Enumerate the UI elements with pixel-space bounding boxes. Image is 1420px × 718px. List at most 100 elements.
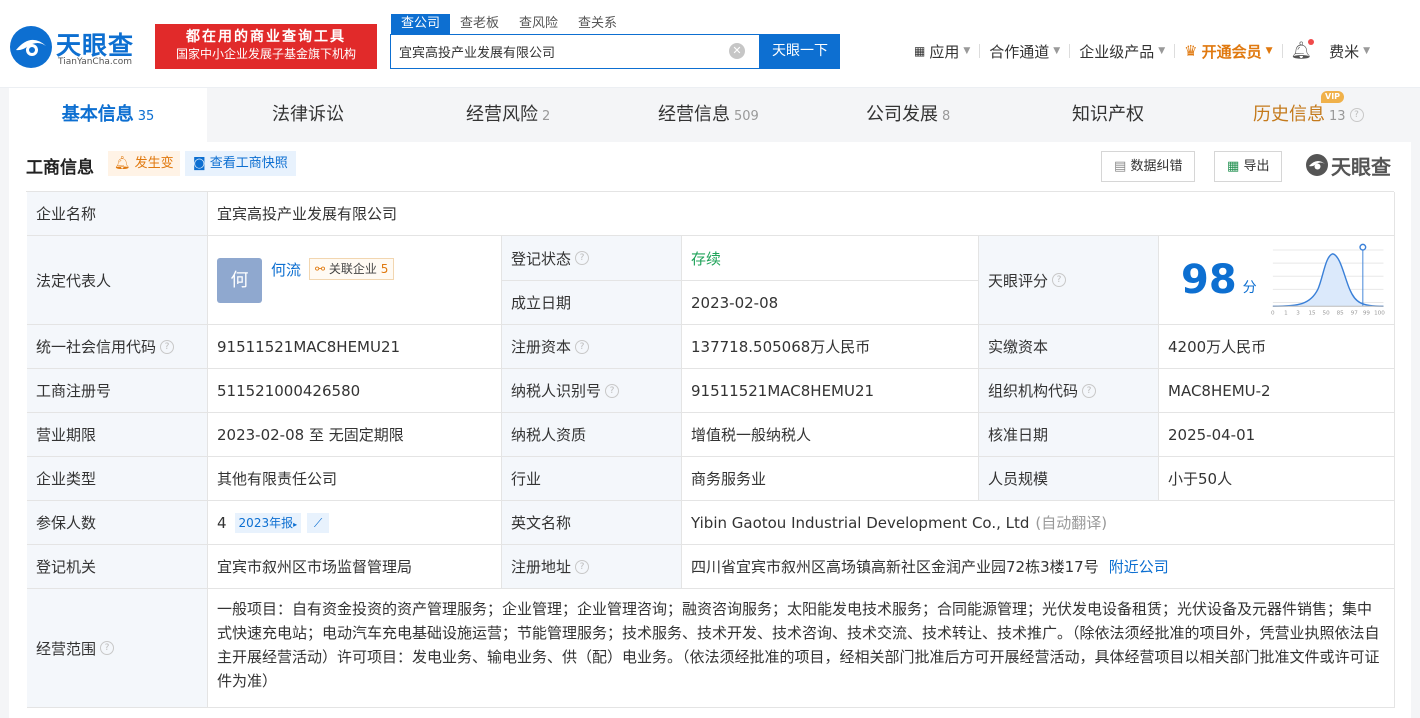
help-icon[interactable]: ? — [160, 339, 175, 354]
value-insured: 4 2023年报▸ ⟋ — [208, 501, 502, 545]
tab-ip[interactable]: 知识产权 — [1072, 88, 1144, 142]
tab-label: 公司发展 — [866, 104, 938, 125]
camera-icon: ◙ — [193, 156, 206, 171]
tab-label: 经营风险 — [466, 104, 538, 125]
label-staff-size: 人员规模 — [979, 457, 1159, 501]
tab-development[interactable]: 公司发展 8 — [866, 88, 950, 142]
value-tax-qualification: 增值税一般纳税人 — [682, 413, 979, 457]
chevron-down-icon: ▼ — [1265, 46, 1273, 56]
tick-label: 1 — [1284, 311, 1288, 317]
tab-label: 知识产权 — [1072, 104, 1144, 125]
apps-grid-icon: ▦ — [914, 44, 926, 58]
export-button[interactable]: ▦ 导出 — [1214, 151, 1283, 182]
slogan-line-2: 国家中小企业发展子基金旗下机构 — [175, 47, 356, 61]
help-icon[interactable]: ? — [1082, 383, 1097, 398]
tab-label: 基本信息 — [61, 104, 134, 125]
nav-vip[interactable]: ♛ 开通会员 ▼ — [1175, 41, 1281, 62]
nav-user[interactable]: 费米 ▼ — [1320, 41, 1379, 62]
value-credit-code: 91511521MAC8HEMU21 — [208, 325, 502, 369]
nearby-companies-link[interactable]: 附近公司 — [1109, 556, 1169, 577]
label-approve-date: 核准日期 — [979, 413, 1159, 457]
legal-rep-name[interactable]: 何流 — [271, 259, 301, 280]
related-company-chip[interactable]: ⚯ 关联企业 5 — [309, 258, 395, 280]
value-founded: 2023-02-08 — [682, 281, 979, 325]
tab-operation[interactable]: 经营信息 509 — [658, 88, 759, 142]
search-tab-boss[interactable]: 查老板 — [450, 14, 509, 34]
score-number: 98 — [1181, 257, 1237, 303]
chevron-down-icon: ▼ — [1363, 46, 1371, 56]
avatar[interactable]: 何 — [217, 257, 262, 303]
change-chip[interactable]: 🔔︎ 发生变 — [108, 151, 180, 176]
value-scope: 一般项目：自有资金投资的资产管理服务；企业管理；企业管理咨询；融资咨询服务；太阳… — [208, 589, 1395, 708]
label-founded: 成立日期 — [502, 281, 682, 325]
search-button[interactable]: 天眼一下 — [760, 34, 840, 69]
value-authority: 宜宾市叙州区市场监督管理局 — [208, 545, 502, 589]
english-name-text: Yibin Gaotou Industrial Development Co.,… — [691, 513, 1030, 532]
related-count: 5 — [380, 262, 389, 276]
tab-basic-info[interactable]: 基本信息 35 — [9, 88, 207, 142]
value-address: 四川省宜宾市叙州区高场镇高新社区金润产业园72栋3楼17号 附近公司 — [682, 545, 1395, 589]
annual-report-chip[interactable]: 2023年报▸ — [234, 512, 302, 533]
snapshot-chip[interactable]: ◙ 查看工商快照 — [185, 151, 296, 176]
label-scope-text: 经营范围 — [36, 639, 97, 658]
clear-icon[interactable]: ✕ — [729, 43, 745, 59]
tick-label: 99 — [1363, 311, 1371, 317]
tab-risk[interactable]: 经营风险 2 — [466, 88, 550, 142]
watermark-text: 天眼查 — [1331, 154, 1391, 179]
tab-count: 35 — [137, 109, 155, 124]
nav-enterprise[interactable]: 企业级产品 ▼ — [1070, 41, 1174, 62]
help-icon[interactable]: ? — [1052, 273, 1067, 287]
score-marker — [1358, 243, 1367, 251]
value-term: 2023-02-08 至 无固定期限 — [208, 413, 502, 457]
help-icon[interactable]: ? — [575, 339, 590, 354]
slogan-line-1: 都在用的商业查询工具 — [186, 29, 346, 45]
correction-button[interactable]: ▤ 数据纠错 — [1101, 151, 1196, 182]
tick-label: 97 — [1350, 311, 1358, 317]
score-unit: 分 — [1242, 280, 1257, 296]
search-tab-risk[interactable]: 查风险 — [509, 14, 568, 34]
label-scope: 经营范围? — [27, 589, 208, 708]
label-industry: 行业 — [502, 457, 682, 501]
correction-button-label: 数据纠错 — [1130, 159, 1183, 174]
bell-icon: 🔔︎ — [114, 156, 131, 171]
help-icon[interactable]: ? — [575, 559, 590, 574]
notification-bell[interactable]: 🔔︎ — [1283, 39, 1321, 61]
address-text: 四川省宜宾市叙州区高场镇高新社区金润产业园72栋3楼17号 — [691, 558, 1099, 576]
label-authority: 登记机关 — [27, 545, 208, 589]
business-info-table: 企业名称 宜宾高投产业发展有限公司 法定代表人 何 何流 ⚯ 关联企业 5 登记… — [26, 191, 1395, 708]
site-logo[interactable]: 天眼查 TianYanCha.com — [8, 24, 148, 70]
value-capital: 137718.505068万人民币 — [682, 325, 979, 369]
help-icon[interactable]: ? — [100, 641, 115, 655]
nav-partner[interactable]: 合作通道 ▼ — [980, 41, 1069, 62]
search-type-tabs: 查公司 查老板 查风险 查关系 — [391, 14, 627, 34]
annual-report-label: 2023年报 — [238, 515, 294, 530]
value-score[interactable]: 98 分 0 1 3 15 50 85 97 99 100 — [1159, 236, 1395, 325]
search-tab-relation[interactable]: 查关系 — [568, 14, 627, 34]
tick-label: 100 — [1374, 311, 1385, 317]
x-axis-ticks: 0 1 3 15 50 85 97 99 100 — [1271, 311, 1385, 317]
search-tab-company[interactable]: 查公司 — [391, 14, 451, 34]
label-company-type: 企业类型 — [27, 457, 208, 501]
search-input[interactable] — [399, 35, 719, 68]
tab-count: 13 — [1329, 109, 1346, 124]
related-label: 关联企业 — [328, 262, 377, 276]
help-icon[interactable]: ? — [605, 383, 620, 398]
export-button-label: 导出 — [1243, 159, 1270, 174]
trend-icon: ⟋ — [313, 515, 323, 530]
insured-count: 4 — [217, 513, 227, 532]
tab-history[interactable]: 历史信息 13? — [1253, 88, 1364, 142]
value-staff-size: 小于50人 — [1159, 457, 1395, 501]
nav-apps[interactable]: ▦ 应用 ▼ — [905, 41, 979, 62]
chevron-down-icon: ▼ — [963, 46, 971, 56]
nav-vip-label: 开通会员 — [1201, 42, 1262, 61]
network-icon: ⚯ — [315, 262, 326, 276]
help-icon[interactable]: ? — [1349, 108, 1364, 122]
label-tax-id-text: 纳税人识别号 — [511, 382, 602, 400]
label-score-text: 天眼评分 — [988, 271, 1049, 290]
value-legal-rep: 何 何流 ⚯ 关联企业 5 — [208, 236, 502, 325]
label-tax-qualification: 纳税人资质 — [502, 413, 682, 457]
tab-legal[interactable]: 法律诉讼 — [272, 88, 344, 142]
trend-chart-button[interactable]: ⟋ — [307, 512, 330, 533]
help-icon[interactable]: ? — [575, 251, 590, 265]
label-insured: 参保人数 — [27, 501, 208, 545]
